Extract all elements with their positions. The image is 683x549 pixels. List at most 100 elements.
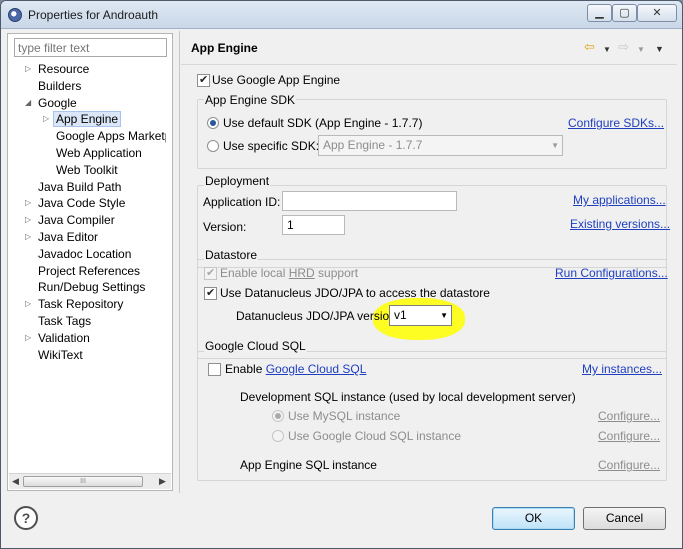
use-specific-sdk-label: Use specific SDK: <box>223 139 320 153</box>
configure-cloud-sql-link: Configure... <box>598 429 661 443</box>
view-menu-icon[interactable]: ▼ <box>655 43 664 56</box>
property-pages-panel: ▷ Resource Builders ◢ Google▷App EngineGoogl… <box>7 33 173 491</box>
properties-dialog: Properties for Androauth ▁ ▢ ✕ ▷ Resource… <box>0 0 683 549</box>
tree-item-java-editor[interactable]: ▷ Java Editor <box>25 229 99 245</box>
collapsed-arrow-icon[interactable]: ▷ <box>25 296 31 312</box>
page-title: App Engine <box>191 41 258 55</box>
use-specific-sdk-radio[interactable] <box>207 140 219 152</box>
filter-input[interactable] <box>14 38 167 57</box>
dev-sql-instance-label: Development SQL instance (used by local … <box>240 390 576 404</box>
tree-item-label: Validation <box>38 330 90 345</box>
my-applications-link[interactable]: My applications... <box>573 193 666 207</box>
datastore-group-label: Datastore <box>204 248 259 262</box>
collapsed-arrow-icon[interactable]: ▷ <box>25 330 31 346</box>
use-mysql-radio <box>272 410 284 422</box>
tree-item-task-repository[interactable]: ▷ Task Repository <box>25 296 124 312</box>
sdk-group-label: App Engine SDK <box>204 93 297 107</box>
configure-app-engine-sql-link: Configure... <box>598 458 661 472</box>
collapsed-arrow-icon[interactable]: ▷ <box>25 195 31 211</box>
configure-sdks-link[interactable]: Configure SDKs... <box>568 116 664 130</box>
datanucleus-version-select[interactable]: v1 ▼ <box>389 305 452 326</box>
window-title: Properties for Androauth <box>28 8 159 22</box>
use-default-sdk-radio[interactable] <box>207 117 219 129</box>
property-tree: ▷ Resource Builders ◢ Google ▷ App Engine Googl… <box>8 61 166 473</box>
datanucleus-version-value: v1 <box>394 308 407 322</box>
ok-button[interactable]: OK <box>492 507 575 530</box>
version-label: Version: <box>203 220 247 234</box>
collapsed-arrow-icon[interactable]: ▷ <box>25 229 31 245</box>
application-id-field[interactable] <box>282 191 457 211</box>
tree-item-google[interactable]: ◢ Google <box>25 95 77 111</box>
back-arrow-icon[interactable]: ⇦ <box>584 40 595 53</box>
chevron-down-icon: ▼ <box>440 311 448 320</box>
tree-item-label: Task Repository <box>38 297 124 312</box>
scroll-left-icon[interactable]: ◀ <box>12 476 19 487</box>
existing-versions-link[interactable]: Existing versions... <box>570 217 670 231</box>
hrd-abbreviation: HRD <box>288 266 315 280</box>
tree-item-label: Resource <box>38 62 90 76</box>
google-cloud-sql-link[interactable]: Google Cloud SQL <box>266 362 367 376</box>
scroll-right-icon[interactable]: ▶ <box>159 476 166 487</box>
tree-item-java-build-path[interactable]: Java Build Path <box>38 179 121 195</box>
use-google-cloud-sql-label: Use Google Cloud SQL instance <box>288 429 461 443</box>
tree-item-label: Task Tags <box>38 314 92 328</box>
minimize-button[interactable]: ▁ <box>587 4 612 22</box>
enable-hrd-label: Enable local HRD support <box>220 266 358 280</box>
version-value: 1 <box>287 218 294 232</box>
use-app-engine-checkbox[interactable] <box>197 73 210 87</box>
expanded-arrow-icon[interactable]: ◢ <box>25 95 31 111</box>
tree-item-app-engine[interactable]: ▷ App Engine <box>43 111 122 128</box>
tree-item-builders[interactable]: Builders <box>38 78 81 94</box>
forward-history-chevron-icon: ▼ <box>637 45 645 54</box>
tree-item-task-tags[interactable]: Task Tags <box>38 313 91 329</box>
tree-item-web-toolkit[interactable]: Web Toolkit <box>56 162 118 178</box>
tree-item-label: Builders <box>38 78 82 93</box>
tree-item-javadoc-location[interactable]: Javadoc Location <box>38 246 131 262</box>
tree-item-project-references[interactable]: Project References <box>38 263 140 279</box>
specific-sdk-select: App Engine - 1.7.7 ▼ <box>318 135 563 156</box>
tree-item-validation[interactable]: ▷ Validation <box>25 330 90 346</box>
app-icon <box>8 8 22 22</box>
collapsed-arrow-icon[interactable]: ▷ <box>25 61 31 77</box>
close-button[interactable]: ✕ <box>637 4 677 22</box>
enable-cloud-sql-checkbox[interactable] <box>208 363 221 376</box>
version-field[interactable]: 1 <box>282 215 345 235</box>
tree-item-java-compiler[interactable]: ▷ Java Compiler <box>25 212 115 228</box>
enable-hrd-prefix: Enable local <box>220 266 289 280</box>
tree-item-label: Java Compiler <box>38 213 115 228</box>
use-datanucleus-label: Use Datanucleus JDO/JPA to access the da… <box>220 286 490 300</box>
collapsed-arrow-icon[interactable]: ▷ <box>43 111 49 127</box>
enable-cloud-sql-label: Enable Google Cloud SQL <box>225 362 366 376</box>
tree-item-resource[interactable]: ▷ Resource <box>25 61 90 77</box>
configure-mysql-link: Configure... <box>598 409 661 423</box>
cancel-button[interactable]: Cancel <box>583 507 666 530</box>
deployment-group-label: Deployment <box>204 174 271 188</box>
run-configurations-link[interactable]: Run Configurations... <box>555 266 668 280</box>
back-history-chevron-icon[interactable]: ▼ <box>603 43 611 56</box>
horizontal-scrollbar[interactable]: ◀ III ▶ <box>9 473 171 489</box>
use-google-cloud-sql-radio <box>272 430 284 442</box>
use-datanucleus-checkbox[interactable] <box>204 286 217 300</box>
tree-item-label: Google <box>38 95 77 110</box>
specific-sdk-value: App Engine - 1.7.7 <box>323 138 423 152</box>
tree-item-label: Web Application <box>56 146 142 160</box>
enable-hrd-checkbox <box>204 266 217 280</box>
panel-divider[interactable] <box>179 31 180 493</box>
tree-item-label: Run/Debug Settings <box>38 280 146 295</box>
sdk-group <box>197 99 667 169</box>
tree-item-label: WikiText <box>38 347 83 362</box>
tree-item-wikitext[interactable]: WikiText <box>38 347 83 363</box>
scroll-thumb[interactable]: III <box>23 476 143 487</box>
tree-item-web-application[interactable]: Web Application <box>56 145 142 161</box>
my-instances-link[interactable]: My instances... <box>582 362 662 376</box>
maximize-button[interactable]: ▢ <box>612 4 637 22</box>
help-icon[interactable]: ? <box>14 506 38 530</box>
tree-item-label: Java Editor <box>38 230 99 244</box>
title-bar: Properties for Androauth ▁ ▢ ✕ <box>1 1 682 29</box>
tree-item-run-debug-settings[interactable]: Run/Debug Settings <box>38 279 145 295</box>
app-engine-sql-instance-label: App Engine SQL instance <box>240 458 377 472</box>
cloud-sql-group-label: Google Cloud SQL <box>204 339 307 353</box>
tree-item-java-code-style[interactable]: ▷ Java Code Style <box>25 195 125 211</box>
tree-item-google-apps-marketplace[interactable]: Google Apps Marketpla <box>56 128 166 144</box>
collapsed-arrow-icon[interactable]: ▷ <box>25 212 31 228</box>
